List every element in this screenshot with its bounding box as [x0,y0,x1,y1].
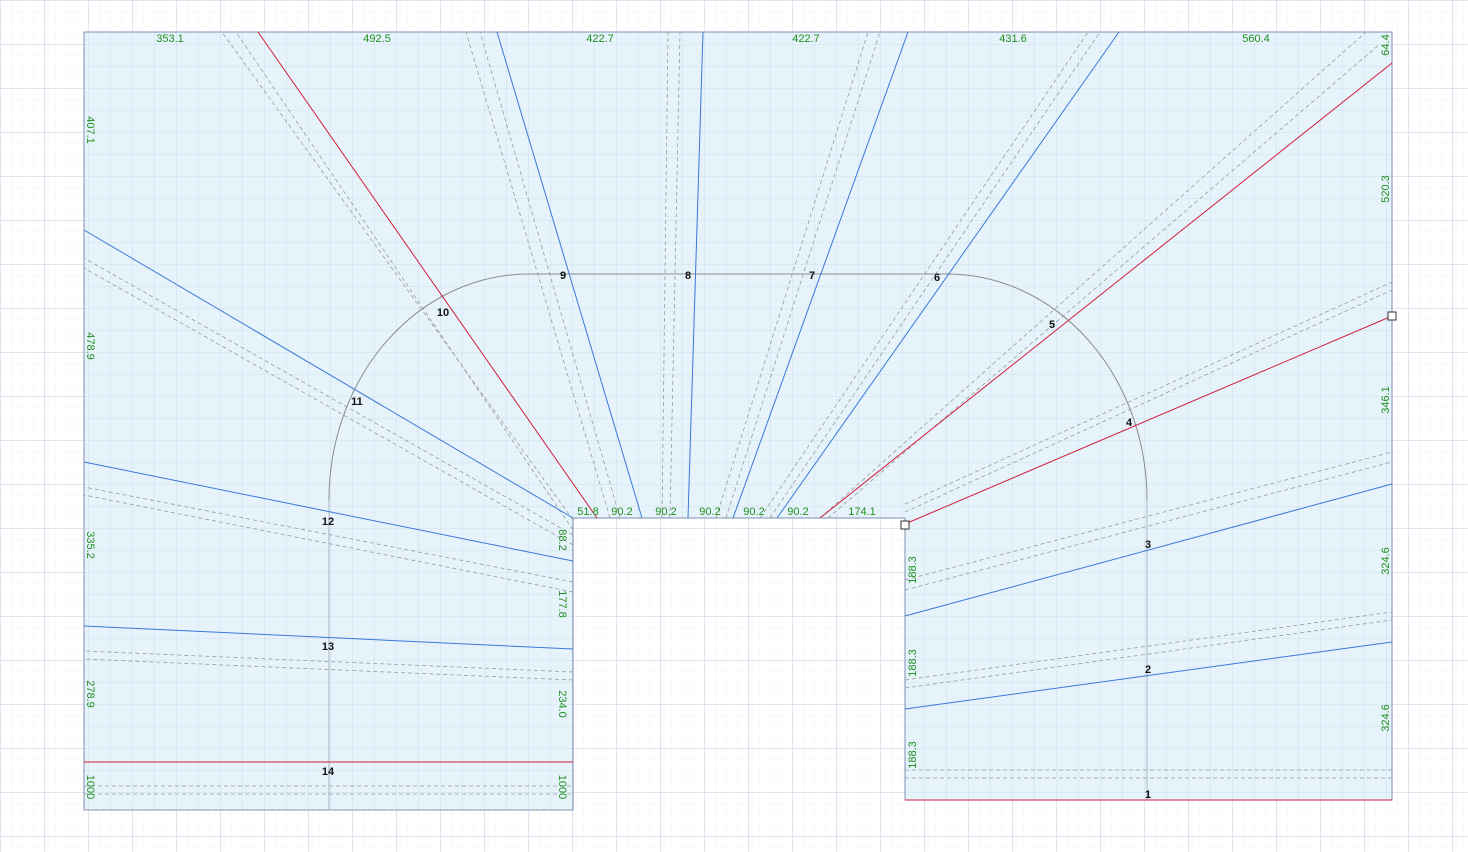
dim-top-3: 422.7 [586,33,614,45]
dim-left-5: 1000 [84,775,96,799]
step-number-13: 13 [322,641,334,653]
dim-top-4: 422.7 [792,33,820,45]
step-number-11: 11 [351,396,363,408]
dim-right-5: 324.6 [1380,704,1392,732]
dim-landing-1: 51.8 [577,506,598,518]
stair-plan-canvas[interactable]: 1 2 3 4 5 6 7 8 9 10 11 12 13 14 353.1 4… [0,0,1468,852]
dim-landing-2: 90.2 [611,506,632,518]
step-number-6: 6 [934,272,940,284]
step-number-2: 2 [1145,664,1151,676]
dim-top-1: 353.1 [156,33,184,45]
dim-left-inner-1: 88.2 [556,529,568,550]
dim-landing-7: 174.1 [848,506,876,518]
step-number-12: 12 [322,516,334,528]
dim-right-1: 64.4 [1380,34,1392,55]
step-number-10: 10 [437,307,449,319]
step-number-4: 4 [1126,417,1133,429]
step-number-1: 1 [1145,789,1151,801]
corner-handle[interactable] [900,520,910,530]
step-number-8: 8 [685,270,691,282]
dim-right-4: 324.6 [1380,547,1392,575]
step-number-14: 14 [322,766,335,778]
dim-top-5: 431.6 [999,33,1027,45]
dim-left-4: 278.9 [84,680,96,708]
dim-left-1: 407.1 [84,116,96,144]
right-edge-handle[interactable] [1387,311,1397,321]
dim-landing-6: 90.2 [787,506,808,518]
dim-right-inner-1: 188.3 [907,556,919,584]
dim-landing-4: 90.2 [699,506,720,518]
dim-left-inner-3: 234.0 [556,690,568,718]
dim-right-2: 520.3 [1380,175,1392,203]
dim-right-3: 346.1 [1380,386,1392,414]
dim-landing-3: 90.2 [655,506,676,518]
step-number-7: 7 [809,270,815,282]
step-number-9: 9 [560,270,566,282]
dim-right-inner-2: 188.3 [907,649,919,677]
dim-left-inner-4: 1000 [556,775,568,799]
dim-top-6: 560.4 [1242,33,1270,45]
dim-left-3: 335.2 [84,531,96,559]
step-number-3: 3 [1145,539,1151,551]
dim-right-inner-3: 188.3 [907,741,919,769]
dim-left-2: 478.9 [84,332,96,360]
dim-left-inner-2: 177.8 [556,590,568,618]
dim-top-2: 492.5 [363,33,391,45]
dim-landing-5: 90.2 [743,506,764,518]
step-number-5: 5 [1049,319,1055,331]
